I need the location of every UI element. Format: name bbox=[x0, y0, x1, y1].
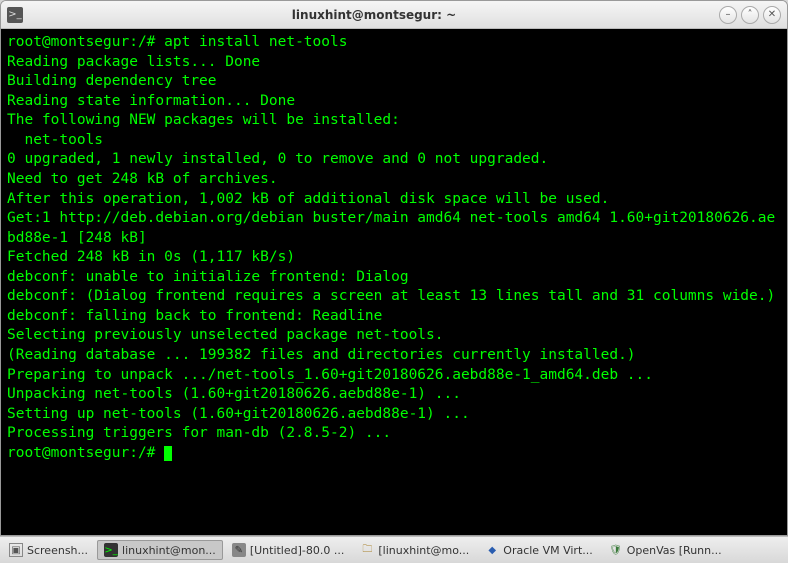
maximize-button[interactable]: ˄ bbox=[741, 6, 759, 24]
terminal-line: root@montsegur:/# bbox=[7, 444, 781, 464]
taskbar-item-label: linuxhint@mon... bbox=[122, 544, 216, 557]
term-icon: >_ bbox=[104, 543, 118, 557]
shield-icon: 🛡 bbox=[609, 543, 623, 557]
titlebar[interactable]: >_ linuxhint@montsegur: ~ – ˄ ✕ bbox=[1, 1, 787, 29]
taskbar-item-label: OpenVas [Runn... bbox=[627, 544, 722, 557]
terminal-app-icon: >_ bbox=[7, 7, 23, 23]
terminal-line: After this operation, 1,002 kB of additi… bbox=[7, 190, 781, 210]
terminal-line: net-tools bbox=[7, 131, 781, 151]
terminal-line: debconf: falling back to frontend: Readl… bbox=[7, 307, 781, 327]
terminal-line: Processing triggers for man-db (2.8.5-2)… bbox=[7, 424, 781, 444]
terminal-line: Setting up net-tools (1.60+git20180626.a… bbox=[7, 405, 781, 425]
taskbar-item[interactable]: ▣ Screensh... bbox=[2, 540, 95, 560]
terminal-cursor bbox=[164, 446, 172, 461]
terminal-content[interactable]: root@montsegur:/# apt install net-toolsR… bbox=[1, 29, 787, 535]
taskbar-item-label: [Untitled]-80.0 ... bbox=[250, 544, 345, 557]
terminal-line: Unpacking net-tools (1.60+git20180626.ae… bbox=[7, 385, 781, 405]
minimize-button[interactable]: – bbox=[719, 6, 737, 24]
terminal-line: (Reading database ... 199382 files and d… bbox=[7, 346, 781, 366]
terminal-window: >_ linuxhint@montsegur: ~ – ˄ ✕ root@mon… bbox=[0, 0, 788, 536]
terminal-line: The following NEW packages will be insta… bbox=[7, 111, 781, 131]
taskbar-item[interactable]: ✎ [Untitled]-80.0 ... bbox=[225, 540, 352, 560]
taskbar-item-label: Oracle VM Virt... bbox=[503, 544, 592, 557]
terminal-line: Get:1 http://deb.debian.org/debian buste… bbox=[7, 209, 781, 248]
edit-icon: ✎ bbox=[232, 543, 246, 557]
terminal-line: Preparing to unpack .../net-tools_1.60+g… bbox=[7, 366, 781, 386]
close-button[interactable]: ✕ bbox=[763, 6, 781, 24]
terminal-line: Fetched 248 kB in 0s (1,117 kB/s) bbox=[7, 248, 781, 268]
terminal-line: Selecting previously unselected package … bbox=[7, 326, 781, 346]
taskbar-item[interactable]: 🗀 [linuxhint@mo... bbox=[353, 540, 476, 560]
terminal-line: Building dependency tree bbox=[7, 72, 781, 92]
terminal-line: Reading package lists... Done bbox=[7, 53, 781, 73]
terminal-line: Reading state information... Done bbox=[7, 92, 781, 112]
terminal-line: 0 upgraded, 1 newly installed, 0 to remo… bbox=[7, 150, 781, 170]
window-title: linuxhint@montsegur: ~ bbox=[29, 8, 719, 22]
shot-icon: ▣ bbox=[9, 543, 23, 557]
taskbar-item[interactable]: ◆ Oracle VM Virt... bbox=[478, 540, 599, 560]
terminal-line: Need to get 248 kB of archives. bbox=[7, 170, 781, 190]
taskbar: ▣ Screensh... >_ linuxhint@mon... ✎ [Untitled… bbox=[0, 536, 788, 563]
taskbar-item-label: [linuxhint@mo... bbox=[378, 544, 469, 557]
taskbar-item[interactable]: >_ linuxhint@mon... bbox=[97, 540, 223, 560]
taskbar-item[interactable]: 🛡 OpenVas [Runn... bbox=[602, 540, 729, 560]
terminal-line: root@montsegur:/# apt install net-tools bbox=[7, 33, 781, 53]
files-icon: 🗀 bbox=[360, 543, 374, 557]
terminal-line: debconf: (Dialog frontend requires a scr… bbox=[7, 287, 781, 307]
taskbar-item-label: Screensh... bbox=[27, 544, 88, 557]
vbox-icon: ◆ bbox=[485, 543, 499, 557]
terminal-line: debconf: unable to initialize frontend: … bbox=[7, 268, 781, 288]
window-controls: – ˄ ✕ bbox=[719, 6, 781, 24]
